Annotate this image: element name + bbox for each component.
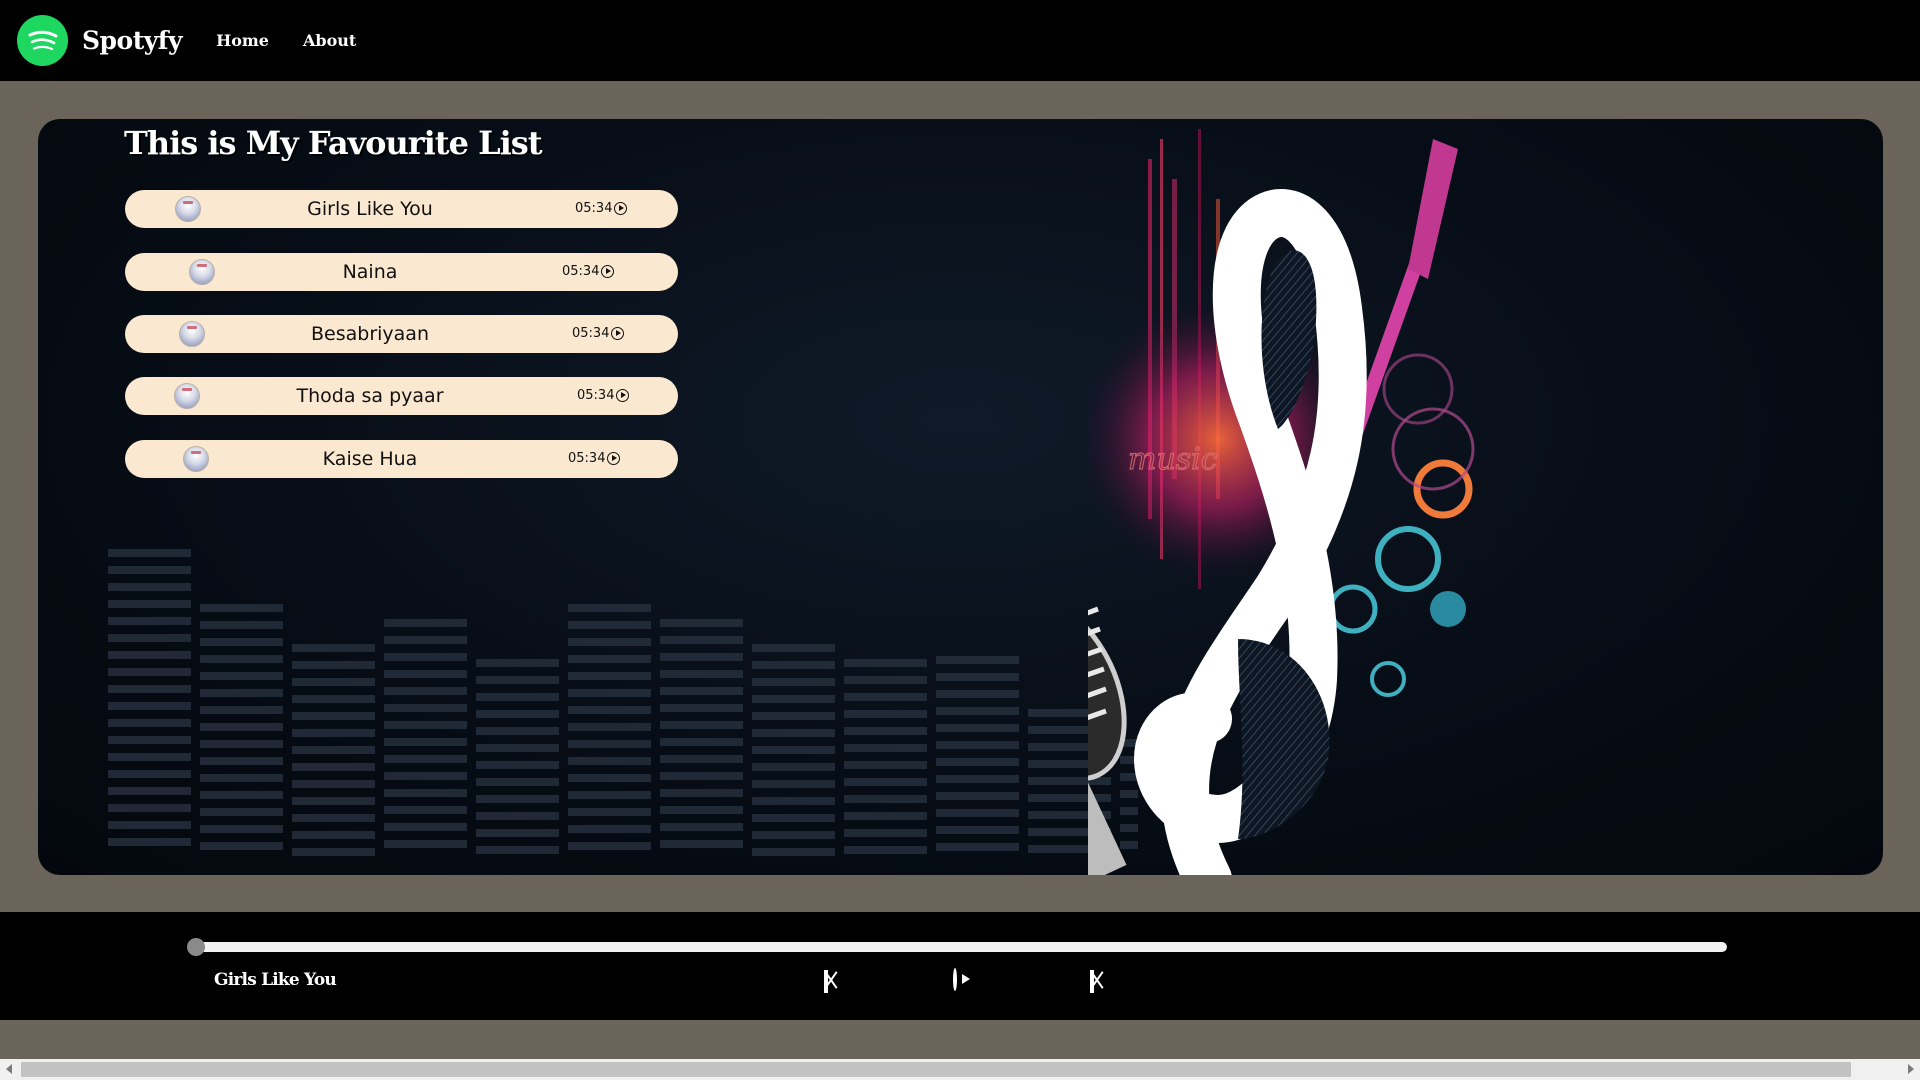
player-bar: Girls Like You: [0, 912, 1920, 1020]
music-art-illustration: music: [1088, 129, 1475, 875]
song-duration: 05:34: [562, 264, 615, 279]
song-duration: 05:34: [572, 326, 625, 341]
song-duration: 05:34: [575, 201, 628, 216]
spotify-logo-icon[interactable]: [17, 15, 68, 66]
song-item-kaise-hua[interactable]: Kaise Hua 05:34: [125, 440, 678, 478]
play-icon[interactable]: [953, 968, 957, 991]
scrollbar-thumb[interactable]: [21, 1062, 1851, 1077]
scroll-right-icon[interactable]: [1908, 1064, 1914, 1074]
brand-name: Spotyfy: [82, 26, 183, 55]
play-icon[interactable]: [601, 265, 615, 278]
song-item-girls-like-you[interactable]: Girls Like You 05:34: [125, 190, 678, 228]
duration-text: 05:34: [575, 201, 613, 216]
song-list-container: music This is My Favourite List Girls Li…: [38, 119, 1883, 875]
previous-icon[interactable]: [824, 970, 828, 993]
song-name: Thoda sa pyaar: [296, 385, 444, 407]
play-icon[interactable]: [616, 389, 630, 402]
navbar: Spotyfy Home About: [0, 0, 1920, 81]
svg-text:music: music: [1128, 442, 1218, 477]
song-name: Kaise Hua: [322, 448, 418, 470]
song-name: Naina: [342, 261, 398, 283]
progress-bar[interactable]: [187, 938, 1727, 956]
nav-link-about[interactable]: About: [303, 31, 356, 50]
duration-text: 05:34: [562, 264, 600, 279]
duration-text: 05:34: [577, 388, 615, 403]
duration-text: 05:34: [572, 326, 610, 341]
song-duration: 05:34: [577, 388, 630, 403]
scroll-left-icon[interactable]: [6, 1064, 12, 1074]
now-playing-title: Girls Like You: [214, 970, 337, 990]
equalizer-background: [108, 549, 1138, 856]
song-duration: 05:34: [568, 451, 621, 466]
horizontal-scrollbar[interactable]: [0, 1059, 1920, 1080]
song-name: Besabriyaan: [311, 323, 429, 345]
song-name: Girls Like You: [307, 198, 433, 220]
song-item-thoda-sa-pyaar[interactable]: Thoda sa pyaar 05:34: [125, 377, 678, 415]
progress-knob[interactable]: [187, 938, 205, 956]
play-icon[interactable]: [607, 452, 621, 465]
play-icon[interactable]: [611, 327, 625, 340]
song-item-besabriyaan[interactable]: Besabriyaan 05:34: [125, 315, 678, 353]
list-title: This is My Favourite List: [124, 124, 543, 162]
song-item-naina[interactable]: Naina 05:34: [125, 253, 678, 291]
next-icon[interactable]: [1090, 970, 1094, 993]
duration-text: 05:34: [568, 451, 606, 466]
nav-link-home[interactable]: Home: [216, 31, 269, 50]
play-icon[interactable]: [614, 202, 628, 215]
